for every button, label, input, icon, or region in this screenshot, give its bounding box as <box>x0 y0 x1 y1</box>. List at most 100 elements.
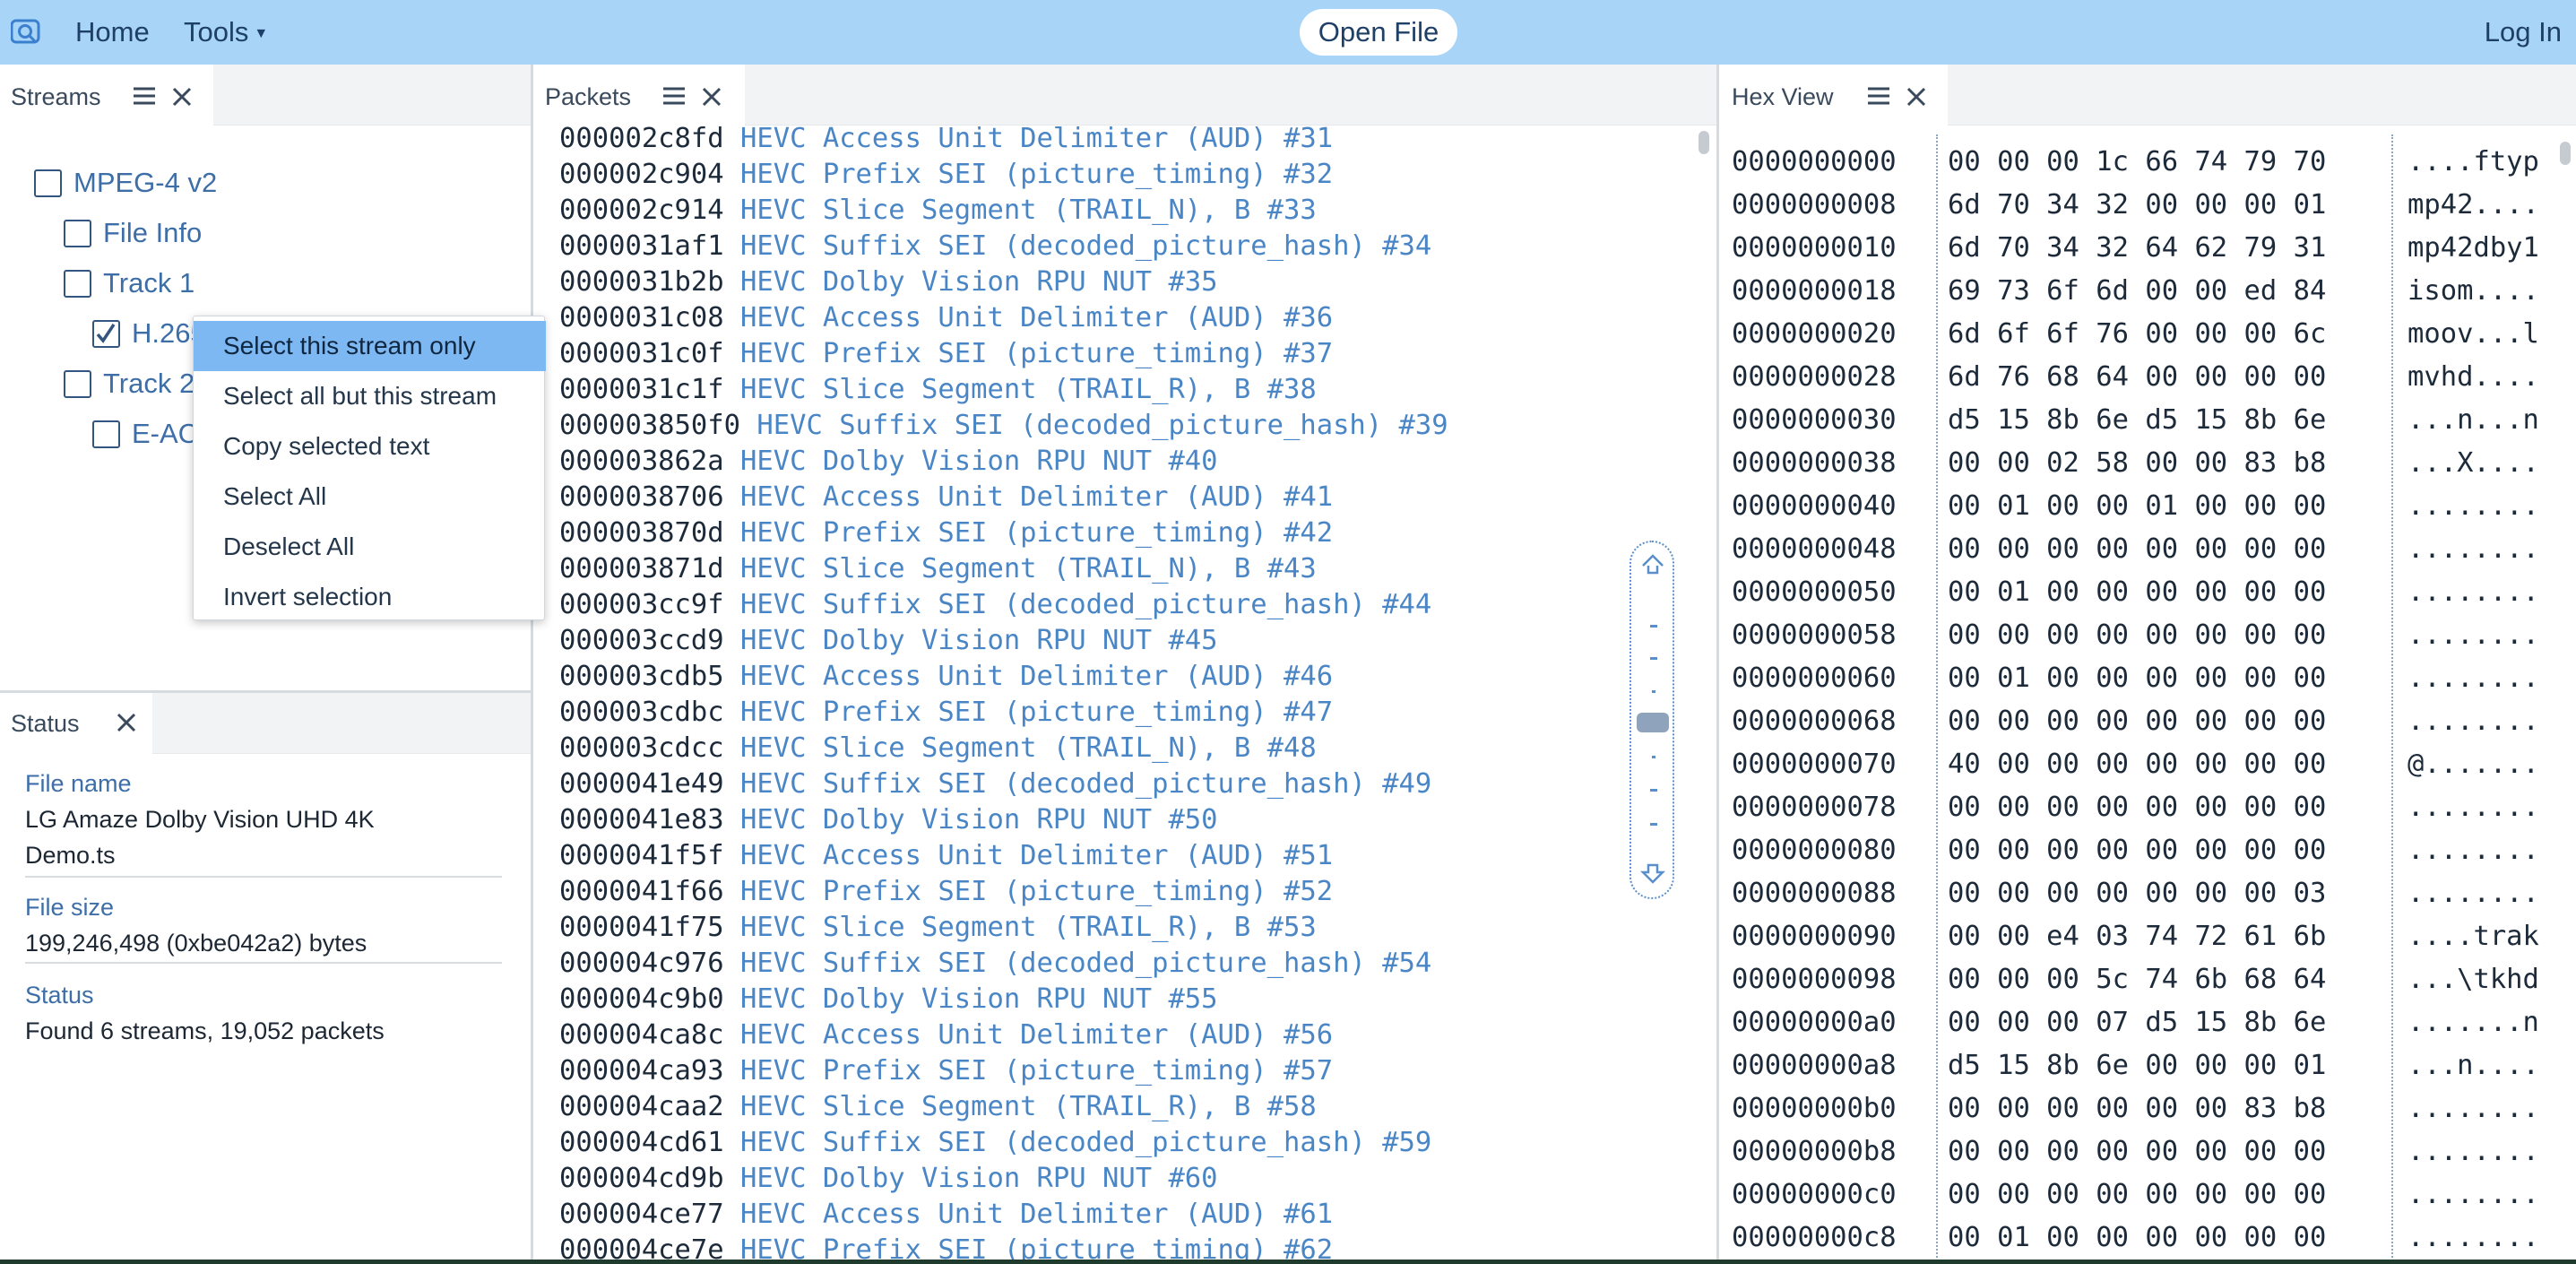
hex-bytes: 6d 70 34 32 00 00 00 01 <box>1948 189 2327 221</box>
packet-row[interactable]: 0000041f75 HEVC Slice Segment (TRAIL_R),… <box>559 910 1317 946</box>
hex-ascii: ........ <box>2407 533 2539 565</box>
tab-streams[interactable]: Streams <box>0 65 213 126</box>
menu-item-select-this-stream-only[interactable]: Select this stream only <box>194 321 546 371</box>
packet-row[interactable]: 000004ca8c HEVC Access Unit Delimiter (A… <box>559 1017 1333 1053</box>
packets-scrollbar-thumb[interactable] <box>1699 131 1709 154</box>
hex-ascii: ........ <box>2407 878 2539 909</box>
navigator-tick <box>1652 756 1655 758</box>
packet-offset: 000002c914 <box>559 195 724 226</box>
hex-ascii: moov...l <box>2407 318 2539 350</box>
hex-ascii: ........ <box>2407 1222 2539 1253</box>
packet-row[interactable]: 0000041f66 HEVC Prefix SEI (picture_timi… <box>559 874 1333 910</box>
tree-checkbox[interactable] <box>34 169 62 197</box>
packet-row[interactable]: 000003ccd9 HEVC Dolby Vision RPU NUT #45 <box>559 623 1218 659</box>
menu-icon[interactable] <box>1867 86 1890 106</box>
hex-offset: 0000000018 <box>1732 275 1897 307</box>
menu-item-invert-selection[interactable]: Invert selection <box>194 572 546 622</box>
hex-offset: 0000000040 <box>1732 490 1897 522</box>
packet-row[interactable]: 000003cdbc HEVC Prefix SEI (picture_timi… <box>559 695 1333 731</box>
status-label: Status <box>25 982 94 1009</box>
packet-offset: 000003871d <box>559 553 724 584</box>
packet-row[interactable]: 000004cd61 HEVC Suffix SEI (decoded_pict… <box>559 1125 1431 1161</box>
packet-row[interactable]: 0000031b2b HEVC Dolby Vision RPU NUT #35 <box>559 264 1218 300</box>
close-icon[interactable] <box>117 713 136 732</box>
packet-offset: 000002c8fd <box>559 123 724 154</box>
packet-row[interactable]: 000004c9b0 HEVC Dolby Vision RPU NUT #55 <box>559 982 1218 1017</box>
hex-offset: 0000000098 <box>1732 964 1897 995</box>
packet-description: HEVC Prefix SEI (picture_timing) #32 <box>740 159 1334 190</box>
packet-row[interactable]: 0000031c08 HEVC Access Unit Delimiter (A… <box>559 300 1333 336</box>
close-icon[interactable] <box>702 87 722 107</box>
tree-item-label: Track 1 <box>103 267 195 299</box>
navigator-tick <box>1650 657 1657 660</box>
tab-hex-view[interactable]: Hex View <box>1719 65 1948 126</box>
tree-checkbox[interactable] <box>64 370 91 398</box>
packet-row[interactable]: 000003870d HEVC Prefix SEI (picture_timi… <box>559 515 1333 551</box>
hex-bytes: 00 00 02 58 00 00 83 b8 <box>1948 447 2327 479</box>
packet-description: HEVC Access Unit Delimiter (AUD) #61 <box>740 1199 1334 1230</box>
menu-icon[interactable] <box>133 86 156 106</box>
tab-status[interactable]: Status <box>0 693 152 754</box>
hex-ascii: ...n...n <box>2407 404 2539 436</box>
packet-description: HEVC Prefix SEI (picture_timing) #52 <box>740 876 1334 907</box>
nav-tools-menu[interactable]: Tools ▼ <box>184 14 268 52</box>
menu-item-select-all[interactable]: Select All <box>194 472 546 522</box>
hex-tabstrip: Hex View <box>1719 65 2576 126</box>
hex-bytes: 00 00 e4 03 74 72 61 6b <box>1948 921 2327 952</box>
close-icon[interactable] <box>172 87 192 107</box>
hex-offset: 0000000070 <box>1732 749 1897 780</box>
login-link[interactable]: Log In <box>2485 14 2562 50</box>
chevron-up-icon[interactable] <box>1640 553 1665 575</box>
packet-description: HEVC Access Unit Delimiter (AUD) #36 <box>740 302 1334 333</box>
app-logo-icon[interactable] <box>11 18 41 47</box>
menu-item-copy-selected-text[interactable]: Copy selected text <box>194 421 546 472</box>
packet-offset: 000004ce77 <box>559 1199 724 1230</box>
packet-row[interactable]: 0000031c1f HEVC Slice Segment (TRAIL_R),… <box>559 372 1317 408</box>
close-icon[interactable] <box>1906 87 1926 107</box>
packet-row[interactable]: 000004ca93 HEVC Prefix SEI (picture_timi… <box>559 1053 1333 1089</box>
tab-packets[interactable]: Packets <box>533 65 745 126</box>
packet-offset: 000004c9b0 <box>559 983 724 1015</box>
menu-icon[interactable] <box>662 86 686 106</box>
packet-row[interactable]: 000002c8fd HEVC Access Unit Delimiter (A… <box>559 121 1333 157</box>
menu-item-select-all-but-this-stream[interactable]: Select all but this stream <box>194 371 546 421</box>
packet-row[interactable]: 000003850f0 HEVC Suffix SEI (decoded_pic… <box>559 408 1448 444</box>
packet-row[interactable]: 0000041e83 HEVC Dolby Vision RPU NUT #50 <box>559 802 1218 838</box>
packet-row[interactable]: 0000031c0f HEVC Prefix SEI (picture_timi… <box>559 336 1333 372</box>
tree-checkbox-checked[interactable] <box>92 320 120 348</box>
hex-ascii: ........ <box>2407 662 2539 694</box>
hex-bytes: 00 01 00 00 00 00 00 00 <box>1948 1222 2327 1253</box>
packet-row[interactable]: 000003cdb5 HEVC Access Unit Delimiter (A… <box>559 659 1333 695</box>
menu-item-deselect-all[interactable]: Deselect All <box>194 522 546 572</box>
tree-checkbox[interactable] <box>92 420 120 448</box>
packet-row[interactable]: 000003cc9f HEVC Suffix SEI (decoded_pict… <box>559 587 1431 623</box>
packet-row[interactable]: 000004c976 HEVC Suffix SEI (decoded_pict… <box>559 946 1431 982</box>
packet-row[interactable]: 0000038706 HEVC Access Unit Delimiter (A… <box>559 480 1333 515</box>
hex-offset: 0000000080 <box>1732 835 1897 866</box>
packet-row[interactable]: 000004ce77 HEVC Access Unit Delimiter (A… <box>559 1197 1333 1233</box>
navigator-handle[interactable] <box>1637 713 1669 732</box>
tree-checkbox[interactable] <box>64 270 91 298</box>
panel-splitter-vertical[interactable] <box>1716 65 1719 1264</box>
nav-tools-label: Tools <box>184 16 249 48</box>
hex-offset: 0000000028 <box>1732 361 1897 393</box>
packet-row[interactable]: 000004caa2 HEVC Slice Segment (TRAIL_R),… <box>559 1089 1317 1125</box>
panel-splitter-vertical[interactable] <box>531 65 533 1264</box>
packet-row[interactable]: 000002c904 HEVC Prefix SEI (picture_timi… <box>559 157 1333 193</box>
packet-row[interactable]: 000003862a HEVC Dolby Vision RPU NUT #40 <box>559 444 1218 480</box>
hex-bytes: 40 00 00 00 00 00 00 00 <box>1948 749 2327 780</box>
packet-row[interactable]: 000002c914 HEVC Slice Segment (TRAIL_N),… <box>559 193 1317 229</box>
nav-home-link[interactable]: Home <box>75 14 150 50</box>
packet-row[interactable]: 0000041f5f HEVC Access Unit Delimiter (A… <box>559 838 1333 874</box>
packet-row[interactable]: 0000041e49 HEVC Suffix SEI (decoded_pict… <box>559 766 1431 802</box>
packet-row[interactable]: 000003cdcc HEVC Slice Segment (TRAIL_N),… <box>559 731 1317 766</box>
open-file-button[interactable]: Open File <box>1300 9 1457 56</box>
tree-item-label: Track 2 <box>103 368 195 399</box>
packet-row[interactable]: 000003871d HEVC Slice Segment (TRAIL_N),… <box>559 551 1317 587</box>
packet-navigator[interactable] <box>1629 541 1674 899</box>
packet-row[interactable]: 000004cd9b HEVC Dolby Vision RPU NUT #60 <box>559 1161 1218 1197</box>
hex-scrollbar-thumb[interactable] <box>2560 142 2571 165</box>
chevron-down-icon[interactable] <box>1640 863 1665 885</box>
packet-row[interactable]: 0000031af1 HEVC Suffix SEI (decoded_pict… <box>559 229 1431 264</box>
tree-checkbox[interactable] <box>64 220 91 247</box>
